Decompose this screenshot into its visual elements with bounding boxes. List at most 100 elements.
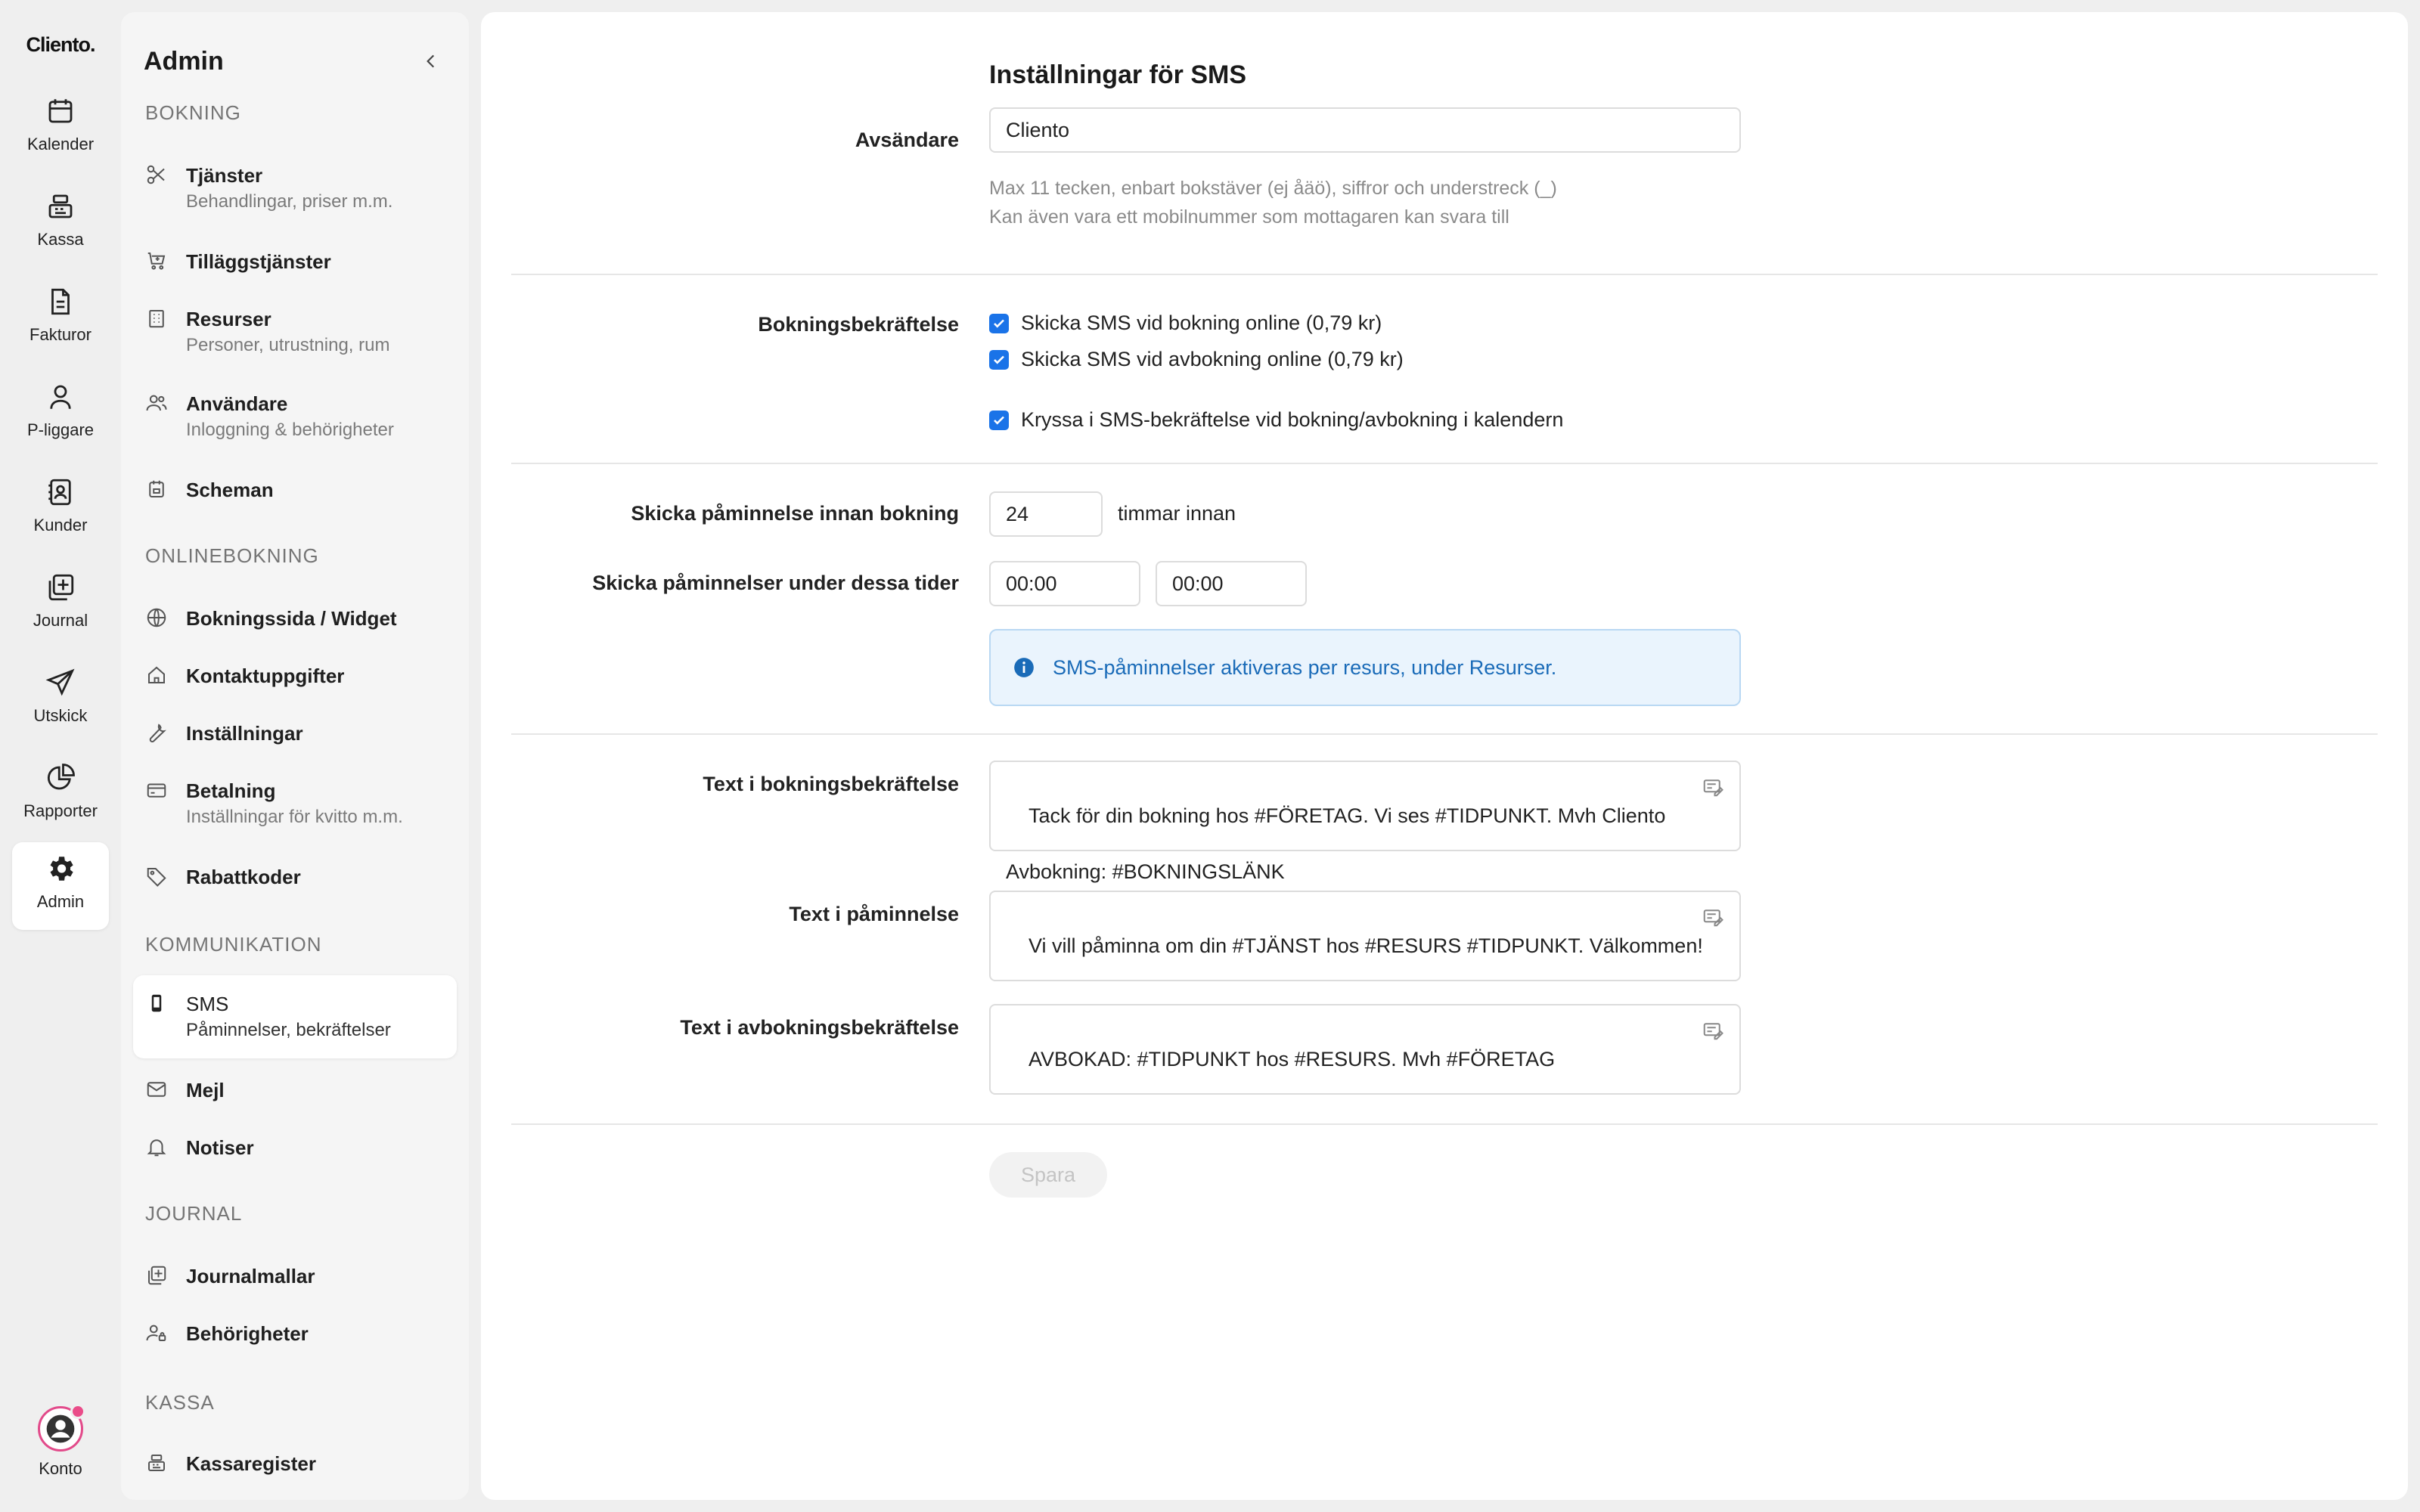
sidebar-item-tillaggstjanster[interactable]: Tilläggstjänster [133,233,457,287]
reminder-hours-suffix: timmar innan [1118,502,1236,525]
account-button[interactable]: Konto [12,1404,109,1497]
sms-on-booking-checkbox[interactable]: Skicka SMS vid bokning online (0,79 kr) [989,311,1382,335]
checkbox-label: Skicka SMS vid avbokning online (0,79 kr… [1021,348,1404,370]
rail-item-admin[interactable]: Admin [12,842,109,930]
home-icon [145,664,171,689]
nav-label: Rabattkoder [186,866,301,888]
reminder-hours-input[interactable] [989,491,1103,537]
sidebar-item-notiser[interactable]: Notiser [133,1119,457,1173]
chevron-left-icon [421,51,441,71]
nav-sub: Inställningar för kvitto m.m. [186,807,403,827]
resurser-link[interactable]: Resurser [1469,656,1551,679]
rail-label: Utskick [33,706,88,725]
globe-icon [145,606,171,632]
cash-register-icon [145,1452,171,1477]
info-alert: SMS-påminnelser aktiveras per resurs, un… [989,629,1741,706]
sidebar-item-kassaregister[interactable]: Kassaregister [133,1435,457,1489]
sender-input[interactable] [989,107,1741,153]
cart-plus-icon [145,249,171,275]
sidebar-item-installningar[interactable]: Inställningar [133,705,457,759]
invoice-icon [45,286,76,318]
cancel-text-textarea[interactable]: AVBOKAD: #TIDPUNKT hos #RESURS. Mvh #FÖR… [989,1004,1741,1095]
rail-item-kassa[interactable]: Kassa [12,180,109,268]
rail-item-journal[interactable]: Journal [12,561,109,649]
insert-variable-icon[interactable] [1702,906,1727,931]
tag-icon [145,865,171,891]
nav-sub: Behandlingar, priser m.m. [186,191,393,212]
rail-item-kalender[interactable]: Kalender [12,85,109,172]
rail-item-rapporter[interactable]: Rapporter [12,751,109,839]
rail-label: Admin [36,892,85,911]
section-heading-journal: JOURNAL [145,1202,243,1225]
reminder-text-textarea[interactable]: Vi vill påminna om din #TJÄNST hos #RESU… [989,891,1741,981]
sidebar-item-behorigheter[interactable]: Behörigheter [133,1305,457,1359]
pie-chart-icon [45,762,76,794]
reminder-to-time-input[interactable] [1156,561,1307,606]
calendar-sms-checkbox[interactable]: Kryssa i SMS-bekräftelse vid bokning/avb… [989,408,1563,432]
checkbox-checked[interactable] [989,313,1009,333]
rail-item-fakturor[interactable]: Fakturor [12,275,109,363]
schedule-icon [145,478,171,503]
account-label: Konto [39,1459,82,1478]
bell-icon [145,1136,171,1161]
confirmation-label: Bokningsbekräftelse [758,313,959,336]
sidebar-item-scheman[interactable]: Scheman [133,461,457,516]
reminder-text-value: Vi vill påminna om din #TJÄNST hos #RESU… [1028,934,1703,957]
sidebar-item-betalning[interactable]: Betalning Inställningar för kvitto m.m. [133,762,457,845]
booking-text-textarea[interactable]: Tack för din bokning hos #FÖRETAG. Vi se… [989,761,1741,883]
avatar[interactable] [38,1404,85,1452]
rail-label: Rapporter [23,801,98,820]
nav-label: Scheman [186,479,274,501]
users-icon [145,392,171,417]
nav-sub: Påminnelser, bekräftelser [186,1020,391,1040]
section-heading-kommunikation: KOMMUNIKATION [145,933,322,956]
sidebar-item-anvandare[interactable]: Användare Inloggning & behörigheter [133,375,457,458]
nav-label: Tjänster [186,164,263,187]
scissors-icon [145,163,171,189]
sms-settings-panel: Inställningar för SMS Avsändare Max 11 t… [481,12,2408,1500]
sidebar-item-resurser[interactable]: Resurser Personer, utrustning, rum [133,290,457,373]
nav-label: Kassaregister [186,1452,316,1475]
sidebar-item-kontaktuppgifter[interactable]: Kontaktuppgifter [133,647,457,702]
nav-label: Journalmallar [186,1265,315,1287]
sender-label: Avsändare [855,129,959,151]
rail-item-p-liggare[interactable]: P-liggare [12,370,109,458]
nav-label: Notiser [186,1136,254,1159]
rail-label: Fakturor [29,325,92,344]
reminder-from-time-input[interactable] [989,561,1140,606]
rail-label: Kassa [37,230,84,249]
sms-on-cancel-checkbox[interactable]: Skicka SMS vid avbokning online (0,79 kr… [989,348,1404,371]
sidebar-item-journalmallar[interactable]: Journalmallar [133,1247,457,1302]
user-lock-icon [145,1321,171,1347]
insert-variable-icon[interactable] [1702,1019,1727,1045]
sidebar-item-bokningssida[interactable]: Bokningssida / Widget [133,590,457,644]
sidebar-item-sms[interactable]: SMS Påminnelser, bekräftelser [133,975,457,1058]
nav-label: Behörigheter [186,1322,309,1345]
insert-variable-icon[interactable] [1702,776,1727,801]
booking-text-value: Tack för din bokning hos #FÖRETAG. Vi se… [1006,804,1666,883]
nav-label: Resurser [186,308,271,330]
divider [511,274,2378,275]
reminder-label: Skicka påminnelse innan bokning [631,502,959,525]
checkbox-checked[interactable] [989,349,1009,370]
sidebar-item-tjanster[interactable]: Tjänster Behandlingar, priser m.m. [133,147,457,230]
section-heading-kassa: KASSA [145,1391,215,1414]
rail-item-utskick[interactable]: Utskick [12,656,109,744]
collapse-sidebar-button[interactable] [416,46,446,76]
credit-card-icon [145,779,171,804]
rail-label: Journal [33,611,88,630]
checkbox-checked[interactable] [989,410,1009,430]
reminder-text-label: Text i påminnelse [789,903,959,925]
sidebar-item-mejl[interactable]: Mejl [133,1061,457,1116]
sidebar-item-rabattkoder[interactable]: Rabattkoder [133,848,457,903]
contacts-icon [45,476,76,508]
cliento-logo[interactable]: Cliento. [0,33,121,57]
sidebar-header: Admin [144,35,446,88]
rail-item-kunder[interactable]: Kunder [12,466,109,553]
sender-hint-2: Kan även vara ett mobilnummer som mottag… [989,206,1509,228]
save-button[interactable]: Spara [989,1152,1107,1198]
info-icon [1013,657,1035,678]
section-heading-onlinebokning: ONLINEBOKNING [145,544,319,567]
cancel-text-label: Text i avbokningsbekräftelse [680,1016,959,1039]
gear-icon [45,853,76,885]
